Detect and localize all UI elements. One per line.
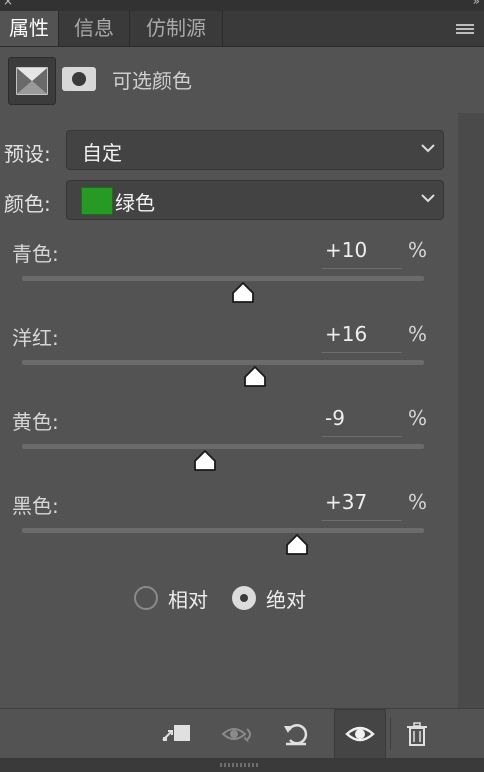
black-percent-unit: % [408, 490, 428, 514]
cyan-slider-track[interactable] [22, 276, 424, 281]
yellow-slider-track[interactable] [22, 444, 424, 449]
reset-icon[interactable] [280, 718, 314, 750]
black-label: 黑色: [12, 494, 59, 518]
visibility-toggle-button[interactable] [334, 709, 386, 759]
cyan-value-field[interactable]: +10 [322, 236, 402, 269]
hamburger-menu-icon[interactable] [456, 24, 474, 34]
relative-label: 相对 [168, 588, 208, 612]
magenta-slider-thumb[interactable] [243, 366, 267, 388]
adjustment-title: 可选颜色 [112, 69, 192, 93]
preset-label: 预设: [4, 142, 51, 166]
chevron-down-icon [421, 194, 435, 203]
chevron-down-icon [421, 144, 435, 153]
black-value: +37 [325, 490, 368, 514]
black-slider-track[interactable] [22, 528, 424, 533]
cyan-value: +10 [325, 238, 368, 262]
color-select[interactable]: 绿色 [66, 180, 444, 220]
panel-tab-bar: 属性 信息 仿制源 [0, 11, 484, 47]
properties-header: 可选颜色 [0, 47, 484, 113]
magenta-label: 洋红: [12, 326, 59, 350]
yellow-value-field[interactable]: -9 [322, 404, 402, 437]
visibility-eye-icon [345, 726, 375, 742]
tab-properties[interactable]: 属性 [0, 11, 58, 46]
color-swatch [81, 187, 113, 215]
cyan-slider-thumb[interactable] [231, 282, 255, 304]
preset-select[interactable]: 自定 [66, 130, 444, 170]
absolute-radio[interactable] [232, 586, 256, 610]
cyan-percent-unit: % [408, 238, 428, 262]
yellow-percent-unit: % [408, 406, 428, 430]
clip-to-layer-icon[interactable] [160, 718, 194, 750]
magenta-slider-track[interactable] [22, 360, 424, 365]
magenta-percent-unit: % [408, 322, 428, 346]
panel-scrollbar[interactable] [458, 113, 484, 708]
view-previous-state-icon[interactable] [220, 718, 254, 750]
collapse-panel-icon[interactable]: » [473, 0, 480, 8]
cyan-label: 青色: [12, 242, 59, 266]
trash-icon[interactable] [400, 718, 434, 750]
yellow-slider-thumb[interactable] [193, 450, 217, 472]
color-label: 颜色: [4, 192, 51, 216]
layer-mask-icon[interactable] [62, 67, 96, 91]
color-value: 绿色 [115, 191, 155, 215]
black-value-field[interactable]: +37 [322, 488, 402, 521]
selective-color-adjustment-icon[interactable] [8, 57, 56, 105]
absolute-label: 绝对 [266, 588, 306, 612]
magenta-value-field[interactable]: +16 [322, 320, 402, 353]
tab-clone-source[interactable]: 仿制源 [130, 11, 222, 46]
magenta-value: +16 [325, 322, 368, 346]
bottom-toolbar [0, 708, 484, 759]
yellow-label: 黄色: [12, 410, 59, 434]
preset-value: 自定 [82, 141, 122, 165]
tab-info[interactable]: 信息 [59, 11, 129, 46]
panel-top-strip: × » [0, 0, 484, 11]
relative-radio[interactable] [134, 586, 158, 610]
close-panel-icon[interactable]: × [3, 0, 13, 8]
black-slider-thumb[interactable] [285, 534, 309, 556]
yellow-value: -9 [325, 406, 345, 430]
panel-resize-grip[interactable] [0, 758, 484, 772]
